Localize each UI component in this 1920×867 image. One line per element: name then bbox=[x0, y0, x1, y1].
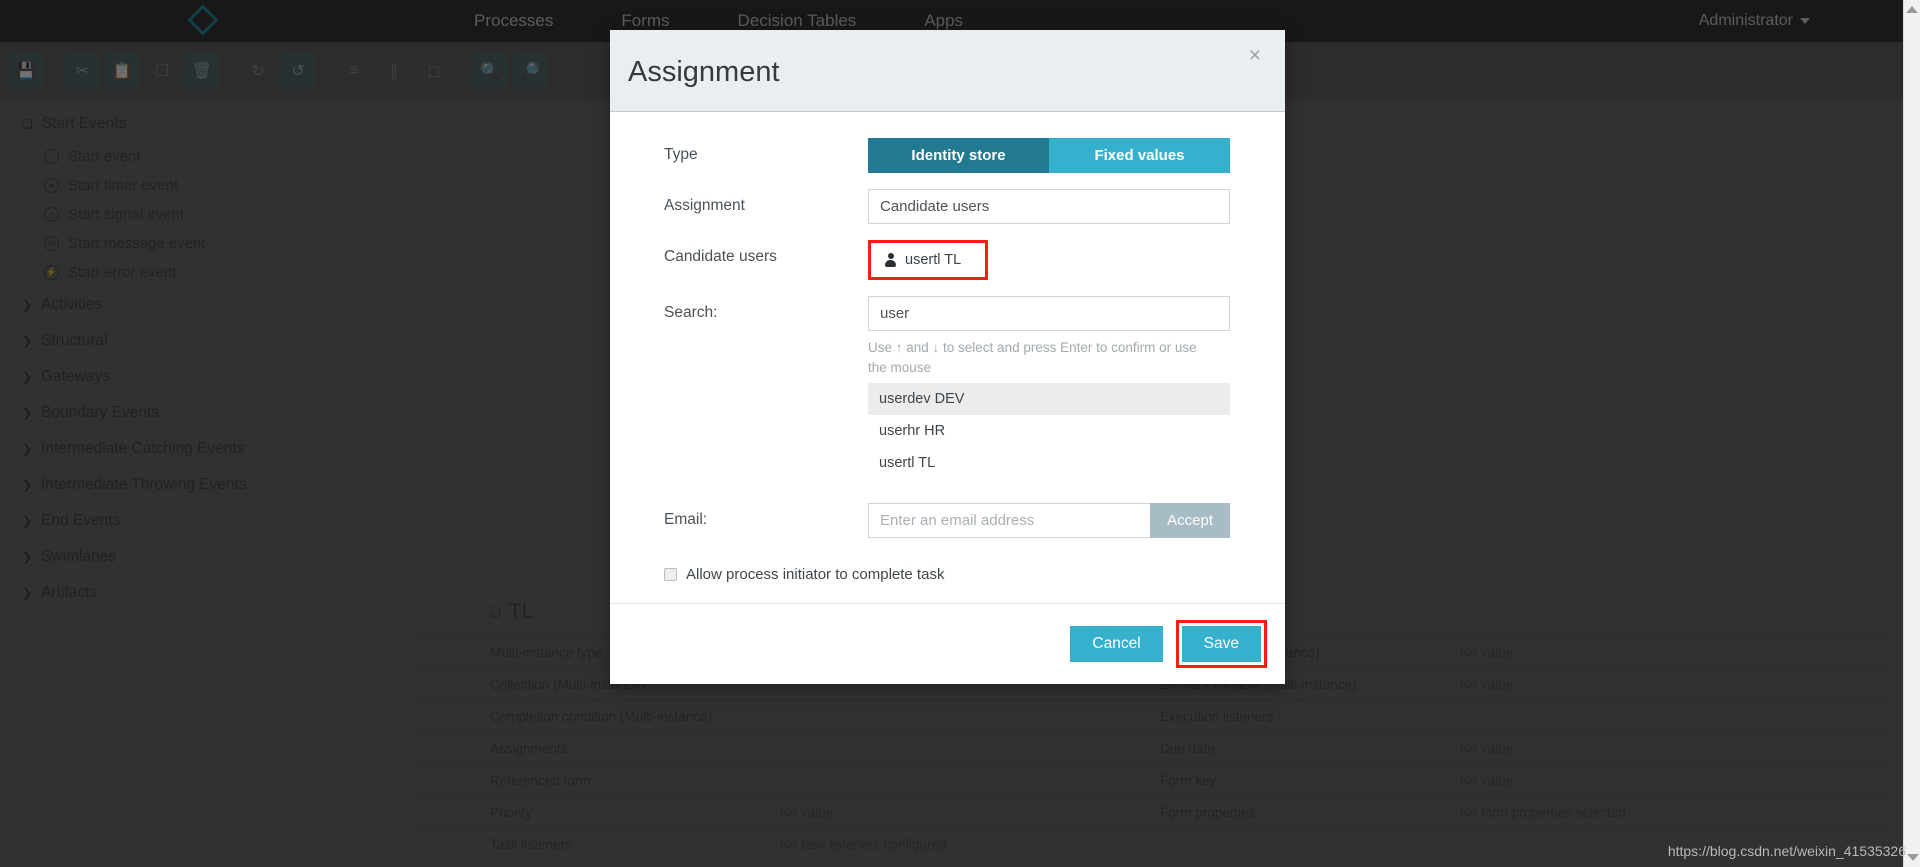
page-scrollbar[interactable] bbox=[1903, 0, 1920, 867]
email-label: Email: bbox=[664, 511, 708, 529]
type-toggle-group: Identity store Fixed values bbox=[868, 138, 1230, 173]
scroll-down-icon[interactable] bbox=[1907, 854, 1919, 861]
save-highlight-box: Save bbox=[1175, 620, 1267, 669]
candidate-users-label: Candidate users bbox=[664, 248, 777, 265]
candidate-users-row: Candidate users usertl TL bbox=[610, 240, 1285, 280]
dialog-footer: Cancel Save bbox=[610, 603, 1285, 685]
cancel-button[interactable]: Cancel bbox=[1070, 626, 1163, 663]
assignment-row: Assignment bbox=[610, 189, 1285, 224]
list-item[interactable]: userdev DEV bbox=[868, 383, 1230, 416]
type-row: Type Identity store Fixed values bbox=[610, 138, 1285, 173]
close-icon[interactable]: × bbox=[1243, 44, 1267, 67]
save-button[interactable]: Save bbox=[1181, 626, 1261, 663]
assignment-label: Assignment bbox=[664, 197, 745, 214]
candidate-users-highlight-box: usertl TL bbox=[868, 240, 989, 280]
list-item[interactable]: userhr HR bbox=[868, 415, 1230, 447]
watermark-text: https://blog.csdn.net/weixin_41535326 bbox=[1667, 843, 1906, 859]
email-field[interactable] bbox=[868, 503, 1151, 539]
allow-initiator-label: Allow process initiator to complete task bbox=[686, 566, 945, 584]
list-item[interactable]: usertl TL bbox=[868, 447, 1230, 479]
type-label: Type bbox=[664, 146, 698, 163]
person-icon bbox=[885, 253, 896, 267]
assignment-select[interactable] bbox=[868, 189, 1230, 224]
type-option-identity-store[interactable]: Identity store bbox=[868, 138, 1049, 173]
search-results-list: userdev DEV userhr HR usertl TL bbox=[868, 383, 1230, 479]
assignment-dialog: Assignment × Type Identity store Fixed v… bbox=[610, 30, 1285, 685]
candidate-user-chip-label: usertl TL bbox=[905, 252, 962, 268]
search-label: Search: bbox=[664, 304, 718, 321]
dialog-header: Assignment × bbox=[610, 30, 1285, 112]
type-option-fixed-values[interactable]: Fixed values bbox=[1049, 138, 1230, 173]
search-input[interactable] bbox=[868, 296, 1230, 331]
scroll-up-icon[interactable] bbox=[1906, 6, 1918, 13]
allow-initiator-checkbox[interactable] bbox=[664, 568, 677, 582]
page-title: Assignment bbox=[628, 56, 780, 88]
search-helper-text: Use ↑ and ↓ to select and press Enter to… bbox=[868, 340, 1197, 375]
search-row: Search: Use ↑ and ↓ to select and press … bbox=[610, 296, 1285, 479]
email-row: Email: Accept bbox=[610, 503, 1285, 539]
candidate-user-chip[interactable]: usertl TL bbox=[873, 245, 984, 275]
accept-button[interactable]: Accept bbox=[1150, 503, 1230, 539]
dialog-body: Type Identity store Fixed values Assignm… bbox=[610, 112, 1285, 604]
allow-initiator-row: Allow process initiator to complete task bbox=[610, 554, 1285, 583]
